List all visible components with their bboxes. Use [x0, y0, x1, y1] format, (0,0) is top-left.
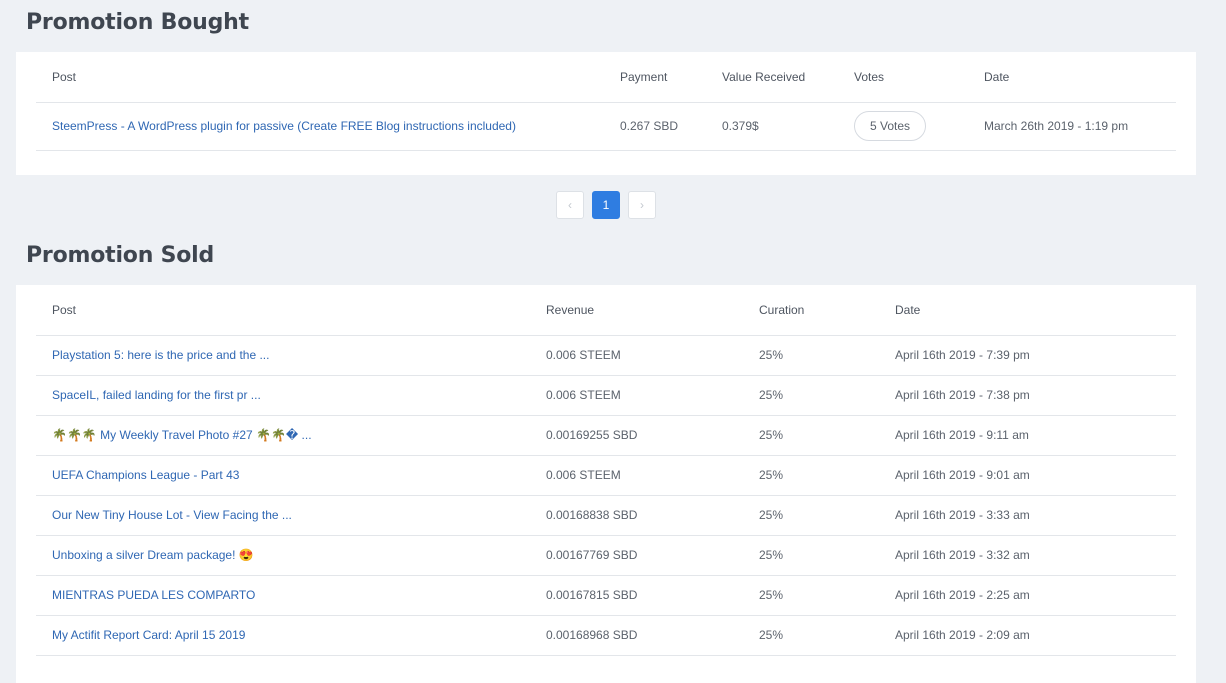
table-row: My Actifit Report Card: April 15 2019 0.…	[36, 615, 1176, 656]
date-value: April 16th 2019 - 2:09 am	[879, 615, 1176, 656]
date-value: April 16th 2019 - 7:38 pm	[879, 375, 1176, 416]
table-row: Our New Tiny House Lot - View Facing the…	[36, 495, 1176, 536]
post-link[interactable]: SpaceIL, failed landing for the first pr…	[52, 388, 261, 402]
table-row: UEFA Champions League - Part 43 0.006 ST…	[36, 455, 1176, 496]
table-row: SpaceIL, failed landing for the first pr…	[36, 375, 1176, 416]
curation-value: 25%	[743, 335, 879, 376]
pagination-next-button[interactable]: ›	[628, 191, 656, 219]
table-row: Playstation 5: here is the price and the…	[36, 335, 1176, 376]
revenue-value: 0.00169255 SBD	[530, 415, 743, 456]
revenue-value: 0.00167815 SBD	[530, 575, 743, 616]
column-header-curation: Curation	[743, 285, 879, 336]
curation-value: 25%	[743, 415, 879, 456]
promotion-bought-title: Promotion Bought	[26, 10, 249, 35]
promotion-sold-title: Promotion Sold	[26, 243, 215, 268]
post-link[interactable]: Our New Tiny House Lot - View Facing the…	[52, 508, 292, 522]
revenue-value: 0.006 STEEM	[530, 375, 743, 416]
curation-value: 25%	[743, 535, 879, 576]
date-value: April 16th 2019 - 9:01 am	[879, 455, 1176, 496]
post-link[interactable]: Unboxing a silver Dream package! 😍	[52, 548, 254, 562]
post-link[interactable]: 🌴🌴🌴 My Weekly Travel Photo #27 🌴🌴� ...	[52, 428, 312, 442]
pagination-prev-button[interactable]: ‹	[556, 191, 584, 219]
revenue-value: 0.00168968 SBD	[530, 615, 743, 656]
curation-value: 25%	[743, 615, 879, 656]
date-value: April 16th 2019 - 2:25 am	[879, 575, 1176, 616]
column-header-date: Date	[968, 52, 1176, 103]
promotion-bought-card: Post Payment Value Received Votes Date S…	[16, 52, 1196, 175]
revenue-value: 0.00168838 SBD	[530, 495, 743, 536]
date-value: March 26th 2019 - 1:19 pm	[968, 102, 1176, 151]
pagination-page-button[interactable]: 1	[592, 191, 620, 219]
promotion-sold-table: Post Revenue Curation Date Playstation 5…	[36, 285, 1176, 656]
revenue-value: 0.006 STEEM	[530, 455, 743, 496]
chevron-left-icon: ‹	[568, 198, 572, 212]
table-row: SteemPress - A WordPress plugin for pass…	[36, 102, 1176, 151]
column-header-post: Post	[36, 285, 530, 336]
curation-value: 25%	[743, 375, 879, 416]
date-value: April 16th 2019 - 9:11 am	[879, 415, 1176, 456]
pagination: ‹ 1 ›	[556, 191, 656, 219]
date-value: April 16th 2019 - 7:39 pm	[879, 335, 1176, 376]
post-link[interactable]: MIENTRAS PUEDA LES COMPARTO	[52, 588, 255, 602]
post-link[interactable]: My Actifit Report Card: April 15 2019	[52, 628, 245, 642]
curation-value: 25%	[743, 495, 879, 536]
post-link[interactable]: SteemPress - A WordPress plugin for pass…	[52, 119, 516, 133]
table-row: Unboxing a silver Dream package! 😍 0.001…	[36, 535, 1176, 576]
curation-value: 25%	[743, 455, 879, 496]
post-link[interactable]: UEFA Champions League - Part 43	[52, 468, 239, 482]
revenue-value: 0.006 STEEM	[530, 335, 743, 376]
table-header-row: Post Revenue Curation Date	[36, 285, 1176, 336]
votes-button[interactable]: 5 Votes	[854, 111, 927, 141]
column-header-votes: Votes	[838, 52, 968, 103]
post-link[interactable]: Playstation 5: here is the price and the…	[52, 348, 269, 362]
promotion-sold-card: Post Revenue Curation Date Playstation 5…	[16, 285, 1196, 683]
column-header-revenue: Revenue	[530, 285, 743, 336]
table-row: MIENTRAS PUEDA LES COMPARTO 0.00167815 S…	[36, 575, 1176, 616]
revenue-value: 0.00167769 SBD	[530, 535, 743, 576]
table-row: 🌴🌴🌴 My Weekly Travel Photo #27 🌴🌴� ... 0…	[36, 415, 1176, 456]
column-header-post: Post	[36, 52, 604, 103]
date-value: April 16th 2019 - 3:33 am	[879, 495, 1176, 536]
value-received: 0.379$	[706, 102, 838, 151]
table-header-row: Post Payment Value Received Votes Date	[36, 52, 1176, 103]
column-header-payment: Payment	[604, 52, 706, 103]
chevron-right-icon: ›	[640, 198, 644, 212]
column-header-date: Date	[879, 285, 1176, 336]
date-value: April 16th 2019 - 3:32 am	[879, 535, 1176, 576]
column-header-value-received: Value Received	[706, 52, 838, 103]
promotion-bought-table: Post Payment Value Received Votes Date S…	[36, 52, 1176, 151]
payment-value: 0.267 SBD	[604, 102, 706, 151]
curation-value: 25%	[743, 575, 879, 616]
